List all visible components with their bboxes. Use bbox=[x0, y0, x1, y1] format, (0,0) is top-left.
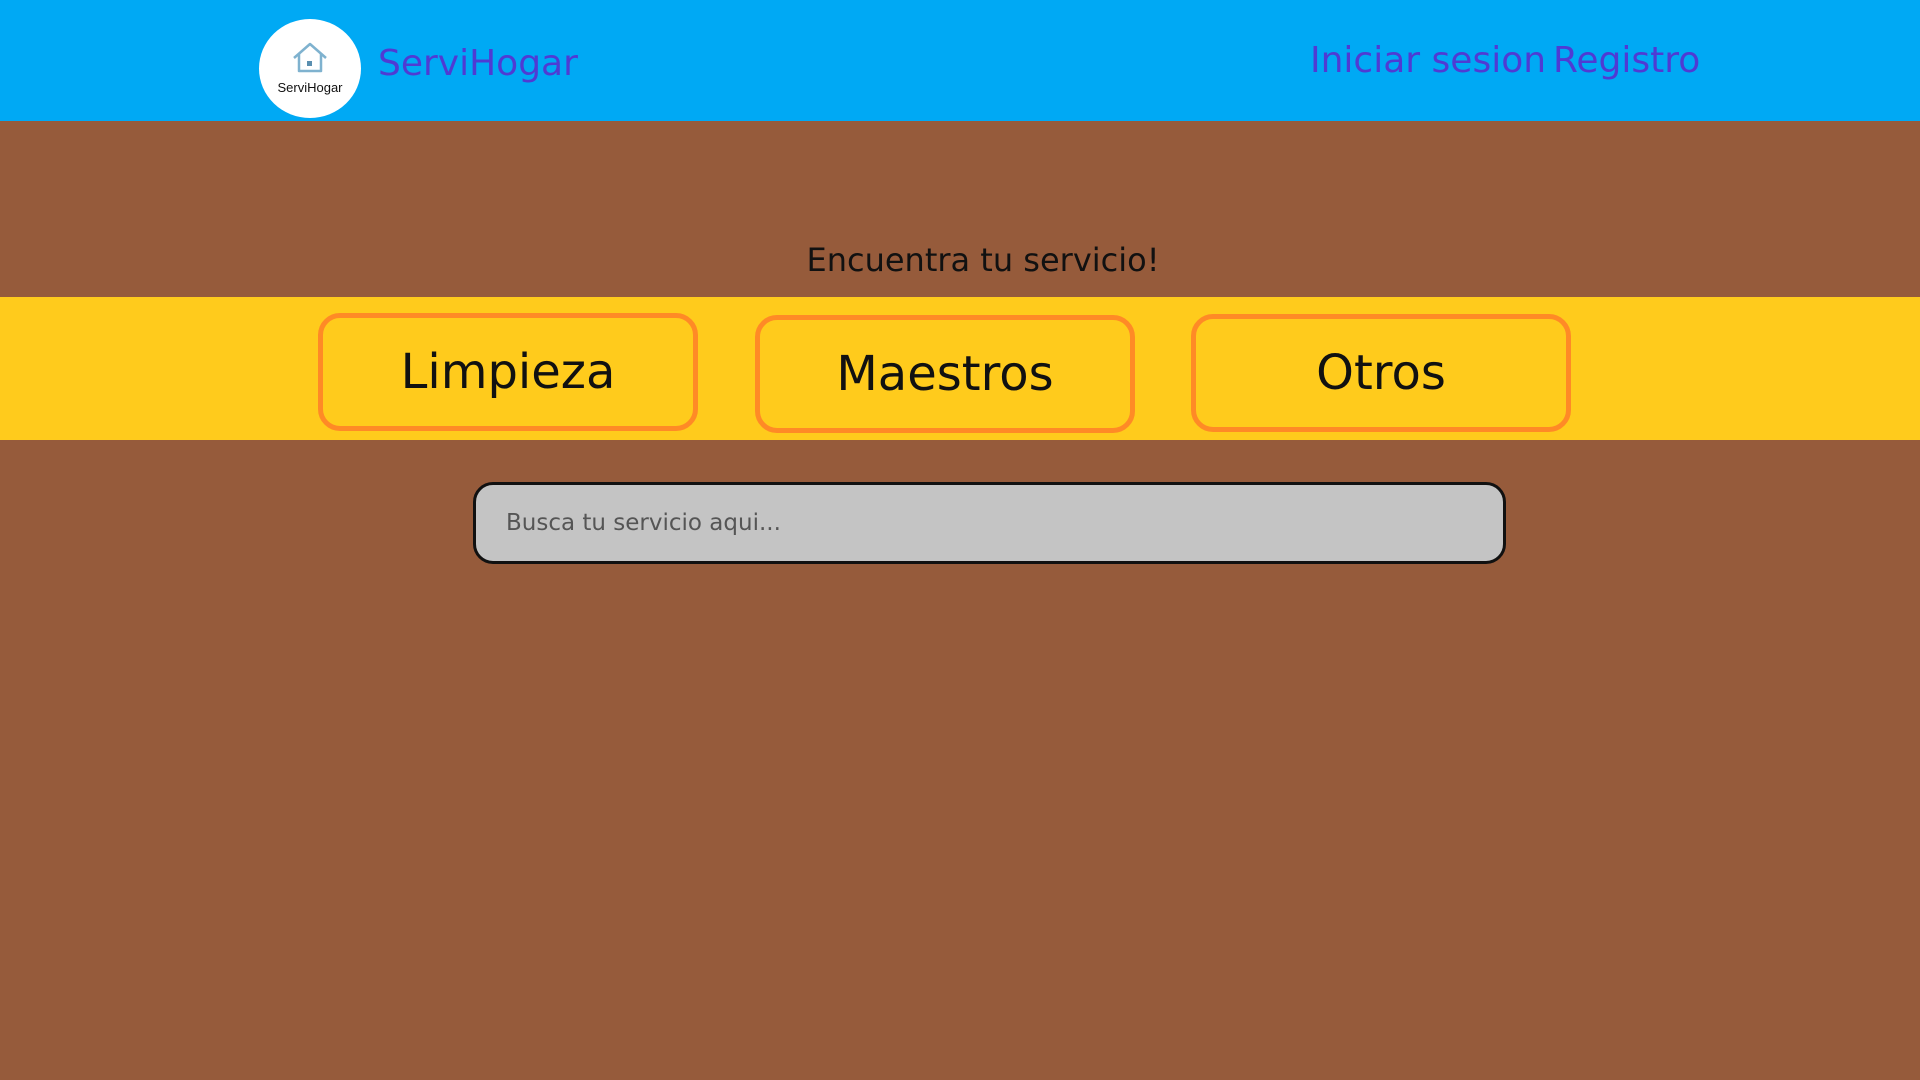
category-button-otros[interactable]: Otros bbox=[1191, 314, 1571, 432]
page-headline: Encuentra tu servicio! bbox=[806, 241, 1160, 279]
logo[interactable]: ServiHogar bbox=[259, 19, 361, 118]
search-input[interactable] bbox=[473, 482, 1506, 564]
category-button-maestros[interactable]: Maestros bbox=[755, 315, 1135, 433]
category-button-limpieza[interactable]: Limpieza bbox=[318, 313, 698, 431]
header-bar: ServiHogar ServiHogar Iniciar sesion Reg… bbox=[0, 0, 1920, 121]
brand-title[interactable]: ServiHogar bbox=[378, 43, 578, 84]
register-link[interactable]: Registro bbox=[1553, 40, 1700, 81]
house-icon bbox=[293, 42, 327, 73]
login-link[interactable]: Iniciar sesion bbox=[1310, 40, 1546, 81]
logo-text: ServiHogar bbox=[277, 80, 343, 95]
